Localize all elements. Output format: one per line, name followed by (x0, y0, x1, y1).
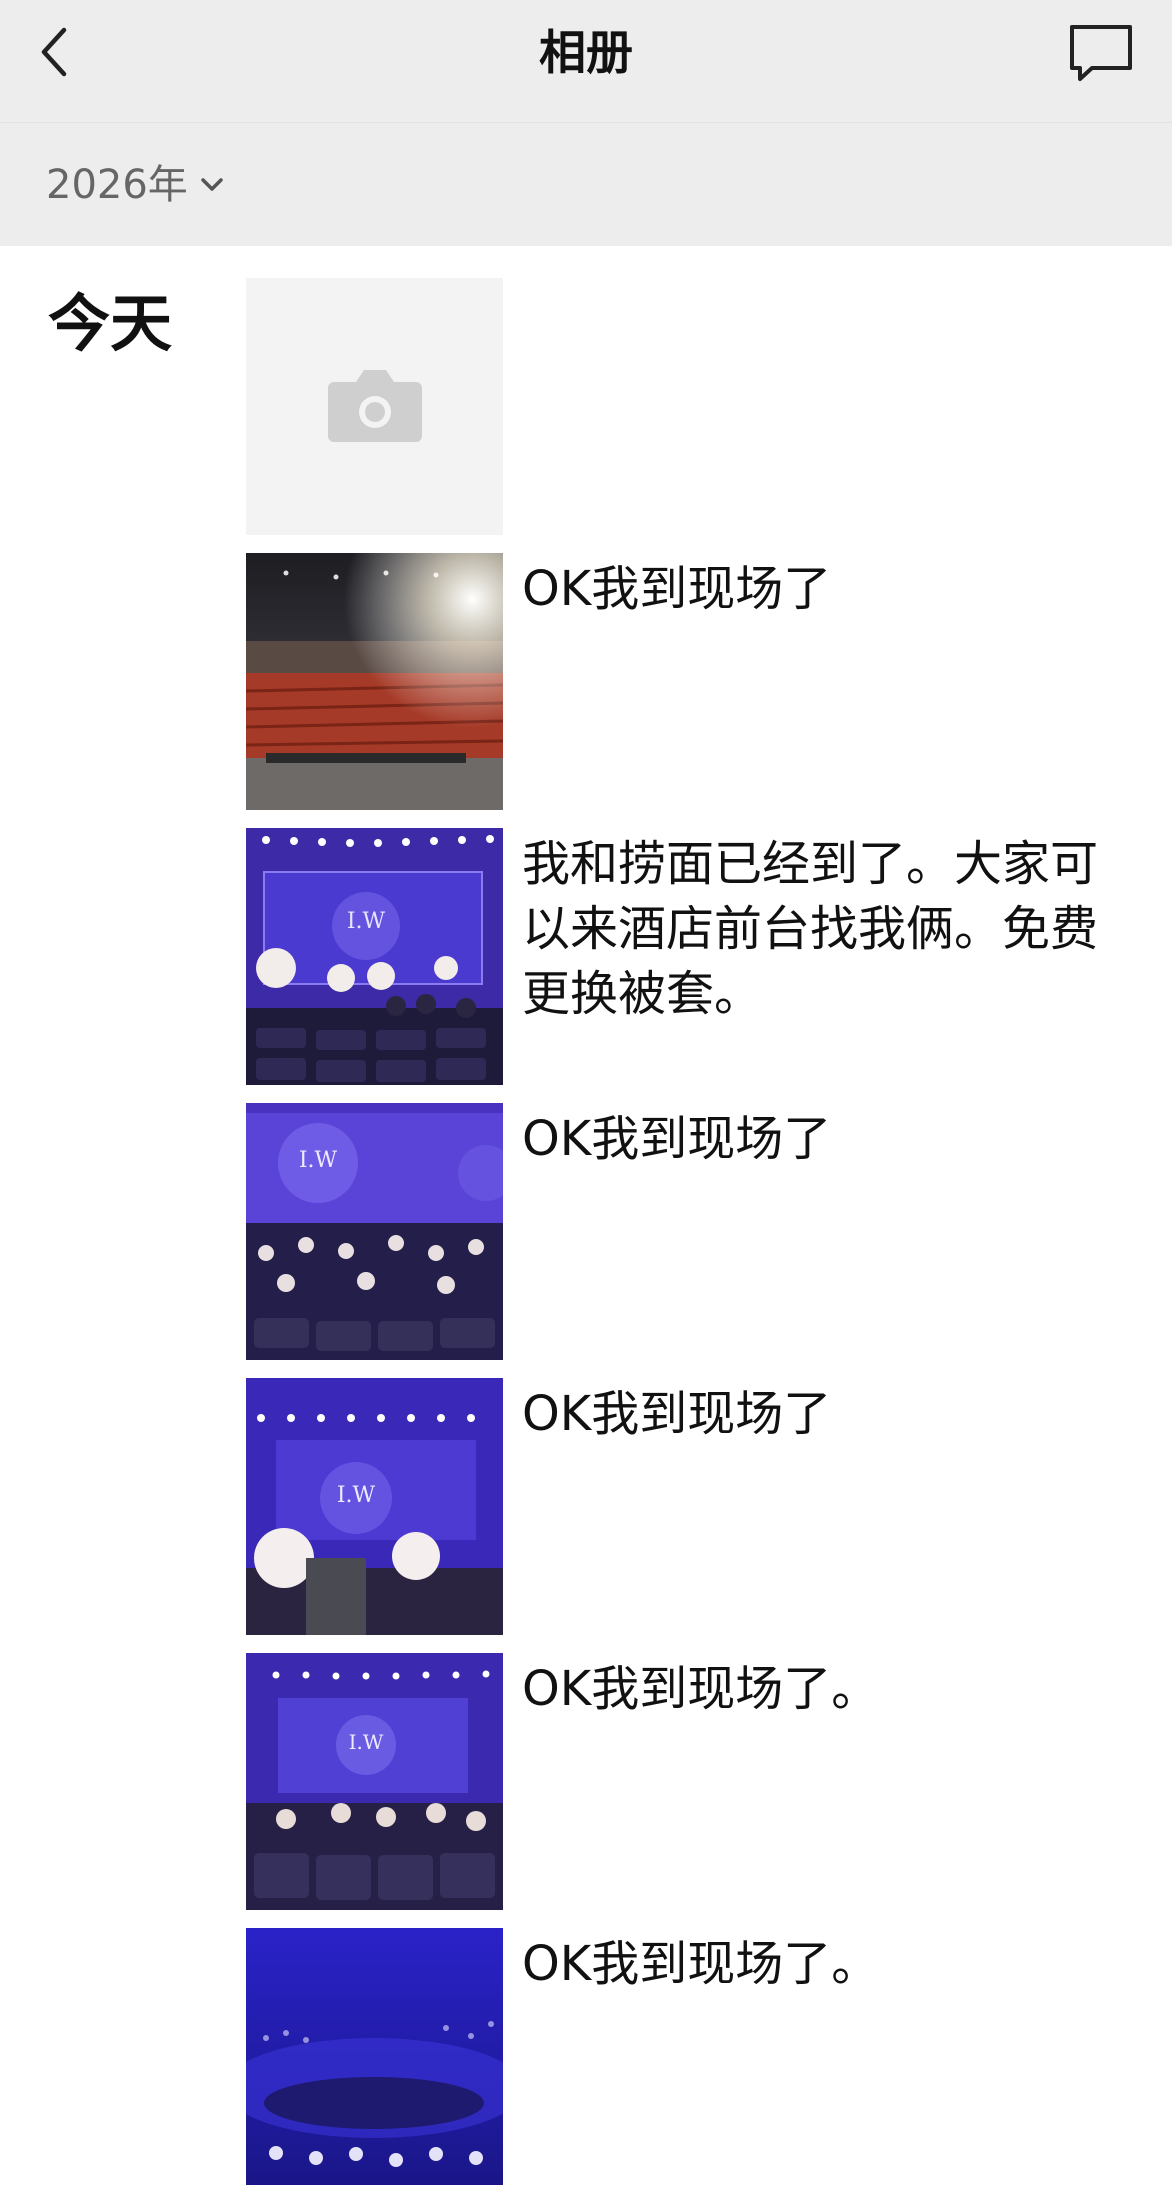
post-row[interactable]: I.W 我和捞面已经到了。大家可以来酒店前台找我俩。免费更换被套。 (246, 828, 1146, 1103)
post-photo-thumbnail[interactable]: I.W (246, 1103, 503, 1360)
post-row[interactable]: I.W OK我到现场了 (246, 1103, 1146, 1378)
theater-photo (246, 553, 503, 810)
post-caption: OK我到现场了 (522, 561, 832, 617)
concert-photo: I.W (246, 1378, 503, 1635)
day-label: 今天 (48, 287, 173, 360)
camera-icon (246, 278, 503, 535)
post-caption: OK我到现场了 (522, 1111, 832, 1167)
post-row[interactable]: OK我到现场了。 (246, 1928, 1146, 2203)
year-selector[interactable]: 2026年 (46, 159, 228, 211)
page-title: 相册 (539, 26, 633, 81)
post-photo-thumbnail[interactable]: I.W (246, 1653, 503, 1910)
album-timeline: 今天 OK我到现场了 I.W 我和捞面已经到了。大家可以来酒店前台找我俩。免费更… (0, 246, 1172, 2199)
post-caption: OK我到现场了 (522, 1386, 832, 1442)
concert-photo: I.W (246, 1653, 503, 1910)
concert-photo: I.W (246, 1103, 503, 1360)
svg-text:I.W: I.W (299, 1148, 338, 1173)
post-row-upload[interactable] (246, 278, 1146, 553)
post-photo-thumbnail[interactable] (246, 553, 503, 810)
post-photo-thumbnail[interactable]: I.W (246, 828, 503, 1085)
svg-text:I.W: I.W (347, 909, 386, 934)
message-bubble-icon (1070, 25, 1132, 81)
post-photo-thumbnail[interactable]: I.W (246, 1378, 503, 1635)
post-photo-thumbnail[interactable] (246, 1928, 503, 2185)
year-label: 2026年 (46, 162, 188, 208)
svg-text:I.W: I.W (337, 1483, 376, 1508)
message-button[interactable] (1066, 22, 1136, 84)
concert-hall-photo (246, 1928, 503, 2185)
post-caption: OK我到现场了。 (522, 1661, 880, 1717)
post-row[interactable]: I.W OK我到现场了 (246, 1378, 1146, 1653)
post-list: OK我到现场了 I.W 我和捞面已经到了。大家可以来酒店前台找我俩。免费更换被套… (246, 278, 1146, 2203)
chevron-down-icon (201, 178, 223, 191)
nav-bar: 相册 (0, 0, 1172, 122)
post-row[interactable]: OK我到现场了 (246, 553, 1146, 828)
post-caption: OK我到现场了。 (522, 1936, 880, 1992)
post-caption: 我和捞面已经到了。大家可以来酒店前台找我俩。免费更换被套。 (522, 836, 1099, 1022)
year-filter-bar: 2026年 (0, 122, 1172, 246)
add-photo-tile[interactable] (246, 278, 503, 535)
post-row[interactable]: I.W OK我到现场了。 (246, 1653, 1146, 1928)
concert-photo: I.W (246, 828, 503, 1085)
svg-text:I.W: I.W (349, 1730, 384, 1754)
